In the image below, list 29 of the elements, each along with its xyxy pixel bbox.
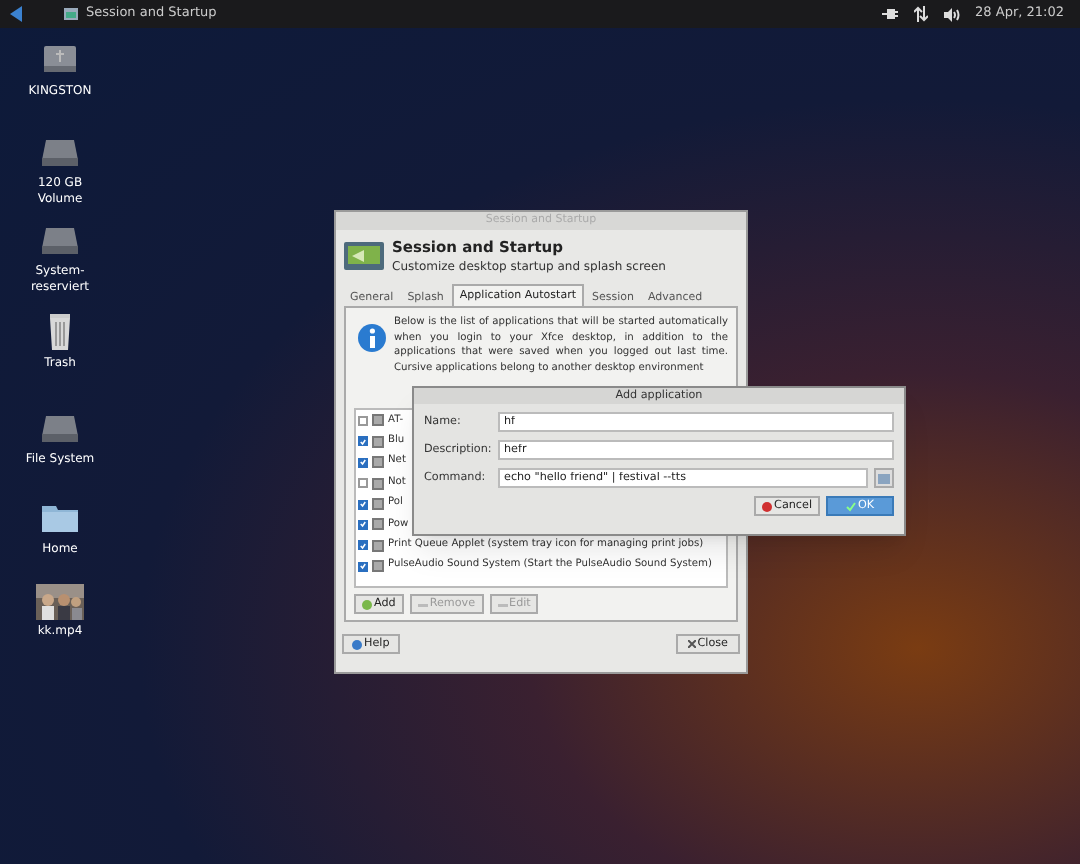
checkbox[interactable] xyxy=(358,540,368,551)
plug-icon xyxy=(881,8,898,20)
window-icon xyxy=(64,8,78,20)
button-icon xyxy=(497,599,508,610)
checkbox[interactable] xyxy=(358,478,368,489)
button-icon xyxy=(417,599,428,610)
checkbox[interactable] xyxy=(358,519,368,530)
network-arrows-icon xyxy=(913,6,928,22)
check-icon xyxy=(360,562,366,571)
check-icon xyxy=(360,500,366,508)
monitor-icon xyxy=(344,240,384,273)
button-icon xyxy=(362,599,372,610)
image-icon xyxy=(878,473,890,483)
checkbox[interactable] xyxy=(358,499,368,509)
checkbox[interactable] xyxy=(358,457,368,468)
check-icon xyxy=(360,437,366,446)
checkbox[interactable] xyxy=(358,415,368,426)
check-icon xyxy=(360,520,366,529)
info-icon xyxy=(358,324,386,353)
check-icon xyxy=(360,458,366,467)
help-icon xyxy=(352,639,362,650)
checkbox[interactable] xyxy=(358,436,368,447)
check-icon xyxy=(845,501,856,511)
checkbox[interactable] xyxy=(358,561,368,572)
check-icon xyxy=(360,541,366,550)
menu-icon[interactable] xyxy=(8,4,24,24)
cancel-icon xyxy=(762,501,773,511)
volume-icon xyxy=(943,7,960,21)
close-icon xyxy=(687,640,696,649)
